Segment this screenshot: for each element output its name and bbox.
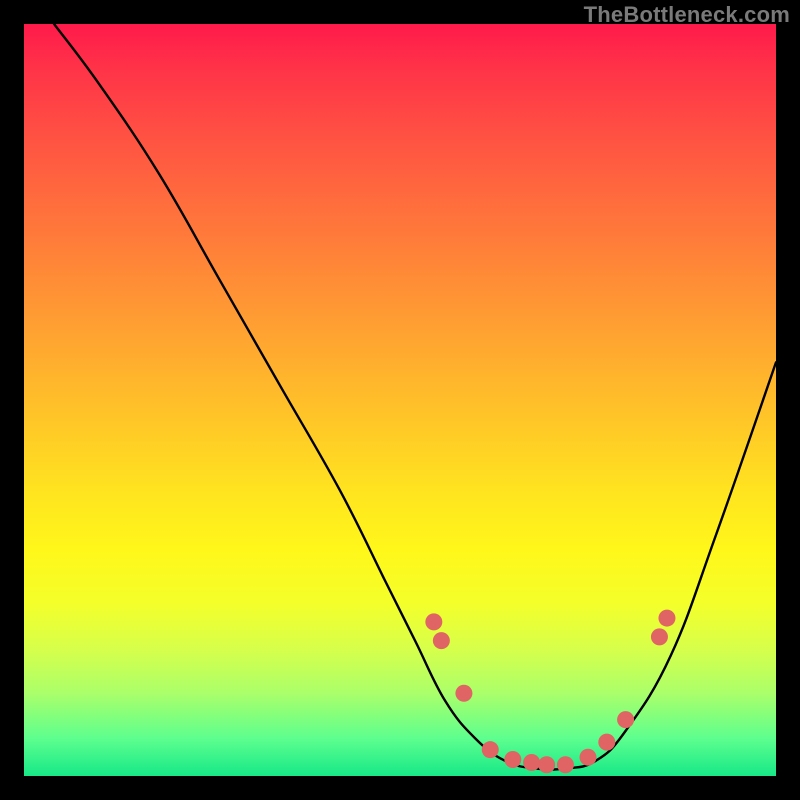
marker-dot <box>658 610 675 627</box>
marker-dot <box>557 756 574 773</box>
marker-dot <box>433 632 450 649</box>
marker-dot <box>617 711 634 728</box>
marker-dot <box>504 751 521 768</box>
chart-frame: TheBottleneck.com <box>0 0 800 800</box>
curve-svg <box>24 24 776 776</box>
marker-dot <box>482 741 499 758</box>
marker-dot <box>425 613 442 630</box>
marker-dot <box>538 756 555 773</box>
marker-dot <box>523 754 540 771</box>
marker-dot <box>651 628 668 645</box>
marker-dot <box>455 685 472 702</box>
marker-dot <box>598 734 615 751</box>
marker-dots <box>425 610 675 774</box>
marker-dot <box>580 749 597 766</box>
bottleneck-curve <box>54 24 776 770</box>
plot-area <box>24 24 776 776</box>
